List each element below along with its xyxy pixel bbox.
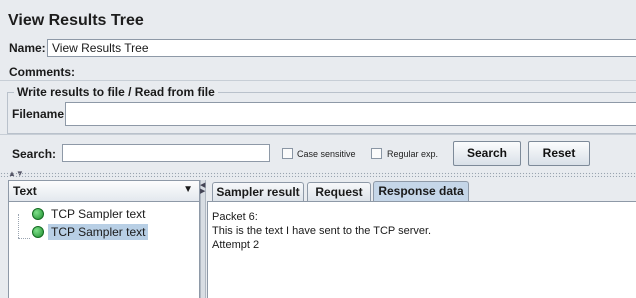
comments-label: Comments: <box>9 65 76 79</box>
separator <box>0 134 636 135</box>
search-button[interactable]: Search <box>453 141 521 166</box>
tree-connector <box>18 214 19 238</box>
panel-divider[interactable] <box>200 180 206 298</box>
name-field[interactable]: View Results Tree <box>47 39 636 57</box>
response-data-panel[interactable]: Packet 6: This is the text I have sent t… <box>207 201 636 298</box>
tab-request[interactable]: Request <box>307 182 371 202</box>
response-line: Attempt 2 <box>212 239 260 251</box>
file-group-title: Write results to file / Read from file <box>14 85 218 99</box>
search-input[interactable] <box>62 144 270 162</box>
page-title: View Results Tree <box>8 12 144 29</box>
collapse-arrows-icon[interactable]: ◀ ▶ <box>200 182 205 195</box>
green-check-shield-icon <box>32 208 44 220</box>
tree-item-selected[interactable]: TCP Sampler text <box>48 224 149 240</box>
chevron-down-icon[interactable]: ▼ <box>183 184 193 195</box>
green-check-shield-icon <box>32 226 44 238</box>
response-line: This is the text I have sent to the TCP … <box>212 225 432 237</box>
filename-field[interactable] <box>65 102 636 126</box>
name-label: Name: <box>9 41 46 55</box>
case-sensitive-checkbox[interactable] <box>282 148 293 159</box>
renderer-select-value: Text <box>13 184 37 198</box>
tree-item[interactable]: TCP Sampler text <box>48 206 148 222</box>
tree-connector <box>18 238 30 239</box>
split-pane-divider[interactable] <box>0 172 636 177</box>
renderer-select[interactable]: Text ▼ <box>8 180 200 202</box>
regexp-checkbox[interactable] <box>371 148 382 159</box>
separator <box>0 80 636 81</box>
response-line: Packet 6: <box>212 211 258 223</box>
reset-button[interactable]: Reset <box>528 141 590 166</box>
search-label: Search: <box>12 147 57 161</box>
tab-response-data[interactable]: Response data <box>373 181 469 202</box>
case-sensitive-label: Case sensitive <box>297 149 356 159</box>
tab-sampler-result[interactable]: Sampler result <box>212 182 304 202</box>
filename-label: Filename <box>12 107 65 121</box>
regexp-label: Regular exp. <box>387 149 439 159</box>
